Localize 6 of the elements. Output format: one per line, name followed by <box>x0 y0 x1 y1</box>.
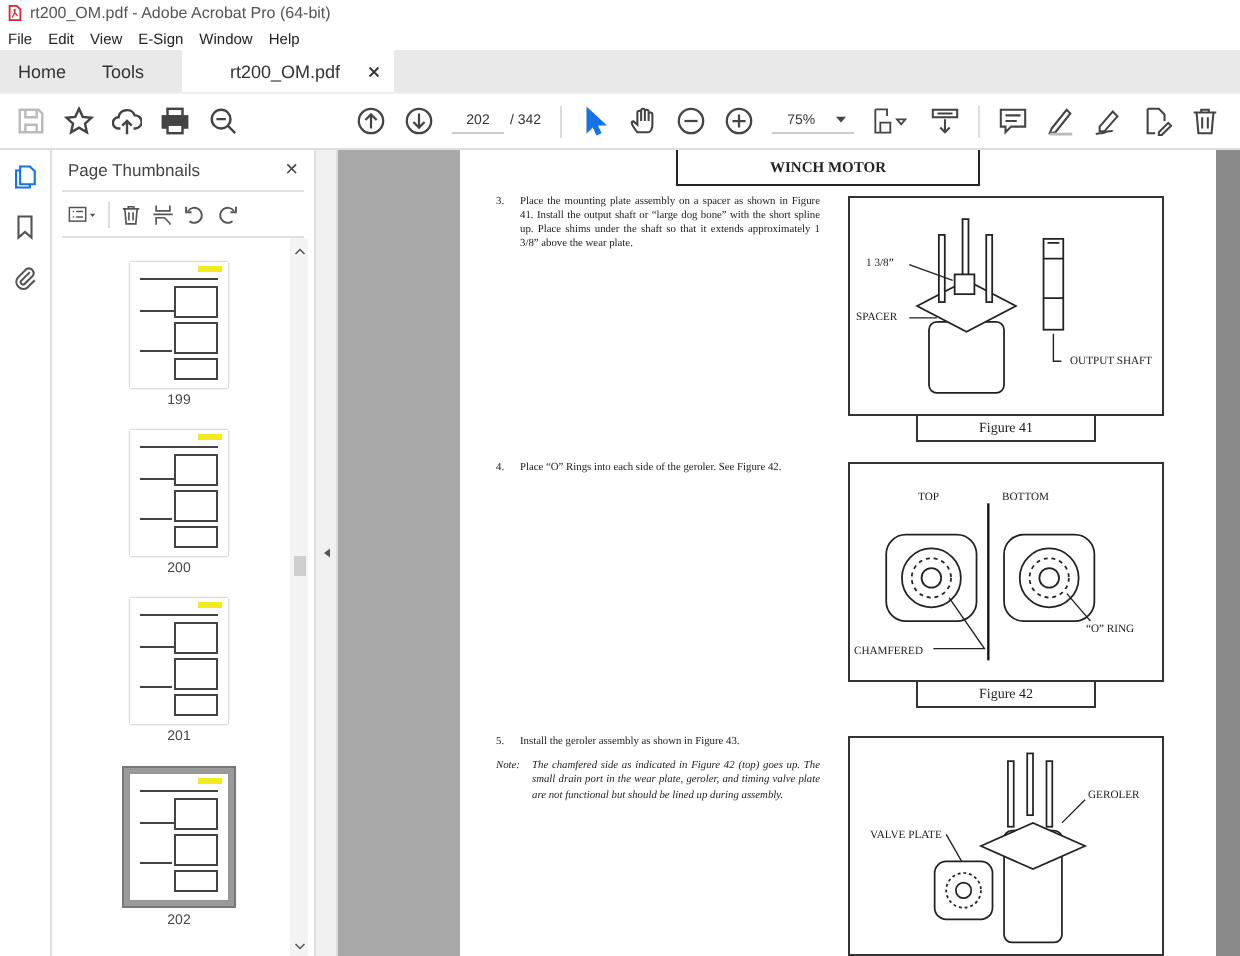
panel-title: Page Thumbnails <box>68 160 200 180</box>
close-button[interactable]: × <box>285 158 298 182</box>
window-title: rt200_OM.pdf - Adobe Acrobat Pro (64-bit) <box>30 4 331 22</box>
tab[interactable]: rt200_OM.pdf <box>182 50 395 92</box>
tab[interactable]: Home <box>2 50 85 92</box>
tab[interactable]: Tools <box>84 50 163 92</box>
